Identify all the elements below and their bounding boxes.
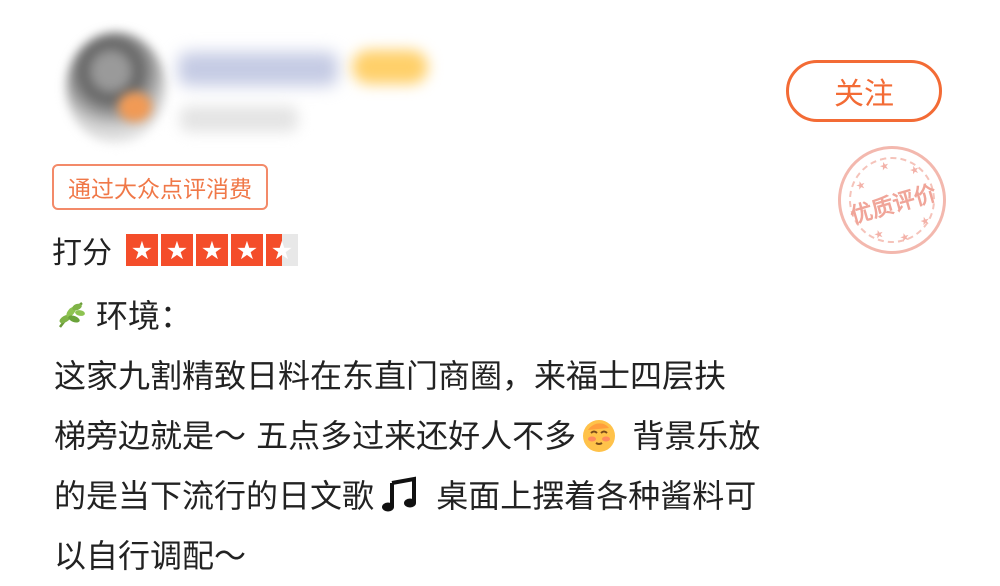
review-text: 这家九割精致日料在东直门商圈，来福士四层扶 梯旁边就是～ 五点多过来还好人不多 … bbox=[54, 346, 954, 586]
follow-button[interactable]: 关注 bbox=[786, 60, 942, 122]
section-title: 环境： bbox=[96, 297, 193, 335]
rating-row: 打分 ★ ★ ★ ★ ★ bbox=[52, 228, 298, 272]
music-note-icon bbox=[382, 476, 417, 512]
review-text-segment: 背景乐放 bbox=[622, 417, 761, 455]
leaf-icon bbox=[59, 302, 85, 328]
user-meta-blurred bbox=[180, 106, 298, 132]
review-text-segment: 桌面上摆着各种酱料可 bbox=[426, 477, 757, 515]
star-icon: ★ bbox=[231, 234, 263, 266]
section-heading: 环境： bbox=[54, 290, 192, 338]
review-line: 以自行调配～ bbox=[54, 537, 247, 575]
star-icon: ★ bbox=[266, 234, 298, 266]
review-line: 这家九割精致日料在东直门商圈，来福士四层扶 bbox=[54, 357, 727, 395]
avatar[interactable] bbox=[66, 32, 166, 144]
star-icon: ★ bbox=[196, 234, 228, 266]
star-icon: ★ bbox=[161, 234, 193, 266]
rating-label: 打分 bbox=[52, 236, 112, 271]
review-line: 的是当下流行的日文歌 桌面上摆着各种酱料可 bbox=[54, 466, 954, 526]
user-level-badge bbox=[352, 50, 428, 84]
avatar-badge bbox=[118, 92, 152, 122]
star-icon: ★ bbox=[126, 234, 158, 266]
star-rating: ★ ★ ★ ★ ★ bbox=[126, 234, 298, 266]
peach-face-emoji-icon bbox=[583, 420, 616, 452]
review-text-segment: 的是当下流行的日文歌 bbox=[54, 477, 375, 515]
source-tag: 通过大众点评消费 bbox=[52, 164, 268, 210]
username-blurred[interactable] bbox=[178, 52, 338, 86]
review-text-segment: 梯旁边就是～ 五点多过来还好人不多 bbox=[54, 417, 577, 455]
review-line: 梯旁边就是～ 五点多过来还好人不多 背景乐放 bbox=[54, 406, 954, 466]
quality-review-stamp: ★ ★ ★ 优质评价 ★ ★ ★ bbox=[825, 133, 959, 267]
